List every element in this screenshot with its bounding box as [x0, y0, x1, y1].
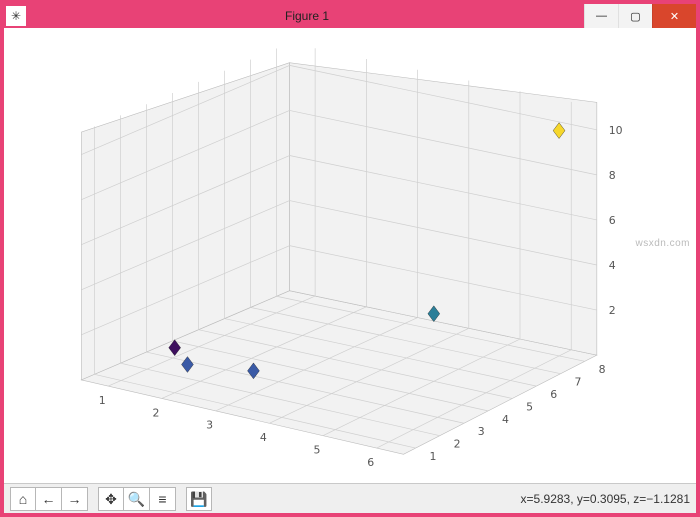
svg-text:4: 4: [502, 413, 509, 426]
back-button[interactable]: ←: [36, 487, 62, 511]
svg-text:6: 6: [367, 456, 374, 469]
svg-text:2: 2: [454, 438, 461, 451]
forward-button[interactable]: →: [62, 487, 88, 511]
maximize-button[interactable]: ▢: [618, 4, 652, 28]
cursor-readout: x=5.9283, y=0.3095, z=−1.1281: [521, 492, 690, 506]
save-button[interactable]: 💾: [186, 487, 212, 511]
svg-text:8: 8: [599, 363, 606, 376]
minimize-button[interactable]: —: [584, 4, 618, 28]
svg-text:4: 4: [260, 431, 267, 444]
svg-text:8: 8: [609, 169, 616, 182]
view-group: ✥ 🔍 ≡: [98, 487, 176, 511]
home-button[interactable]: ⌂: [10, 487, 36, 511]
svg-text:4: 4: [609, 259, 616, 272]
app-icon: ✳: [6, 6, 26, 26]
close-button[interactable]: ✕: [652, 4, 696, 28]
svg-text:2: 2: [152, 406, 159, 419]
file-group: 💾: [186, 487, 212, 511]
pan-button[interactable]: ✥: [98, 487, 124, 511]
toolbar: ⌂ ← → ✥ 🔍 ≡ 💾 x=5.9283, y=0.3095, z=−1.1…: [4, 483, 696, 513]
svg-text:7: 7: [574, 376, 581, 389]
nav-group: ⌂ ← →: [10, 487, 88, 511]
figure-window: ✳ Figure 1 — ▢ ✕ wsxdn.com: [0, 0, 700, 517]
svg-text:3: 3: [206, 419, 213, 432]
svg-text:5: 5: [526, 400, 533, 413]
titlebar[interactable]: ✳ Figure 1 — ▢ ✕: [4, 4, 696, 28]
svg-text:5: 5: [314, 444, 321, 457]
plot-area[interactable]: wsxdn.com 123456 12345678 246810: [4, 28, 696, 483]
svg-text:1: 1: [429, 450, 436, 463]
configure-button[interactable]: ≡: [150, 487, 176, 511]
svg-text:6: 6: [609, 214, 616, 227]
window-controls: — ▢ ✕: [584, 4, 696, 28]
zoom-button[interactable]: 🔍: [124, 487, 150, 511]
svg-text:1: 1: [99, 394, 106, 407]
svg-text:10: 10: [609, 124, 623, 137]
svg-text:2: 2: [609, 304, 616, 317]
window-title: Figure 1: [30, 9, 584, 23]
svg-text:3: 3: [478, 425, 485, 438]
z-ticks: 2 4 6 8 10: [609, 124, 623, 317]
axes3d: 1 2 3 4 5 6 1 2 3 4 5 6 7 8 2 4 6 8 10: [4, 28, 696, 483]
svg-text:6: 6: [550, 388, 557, 401]
